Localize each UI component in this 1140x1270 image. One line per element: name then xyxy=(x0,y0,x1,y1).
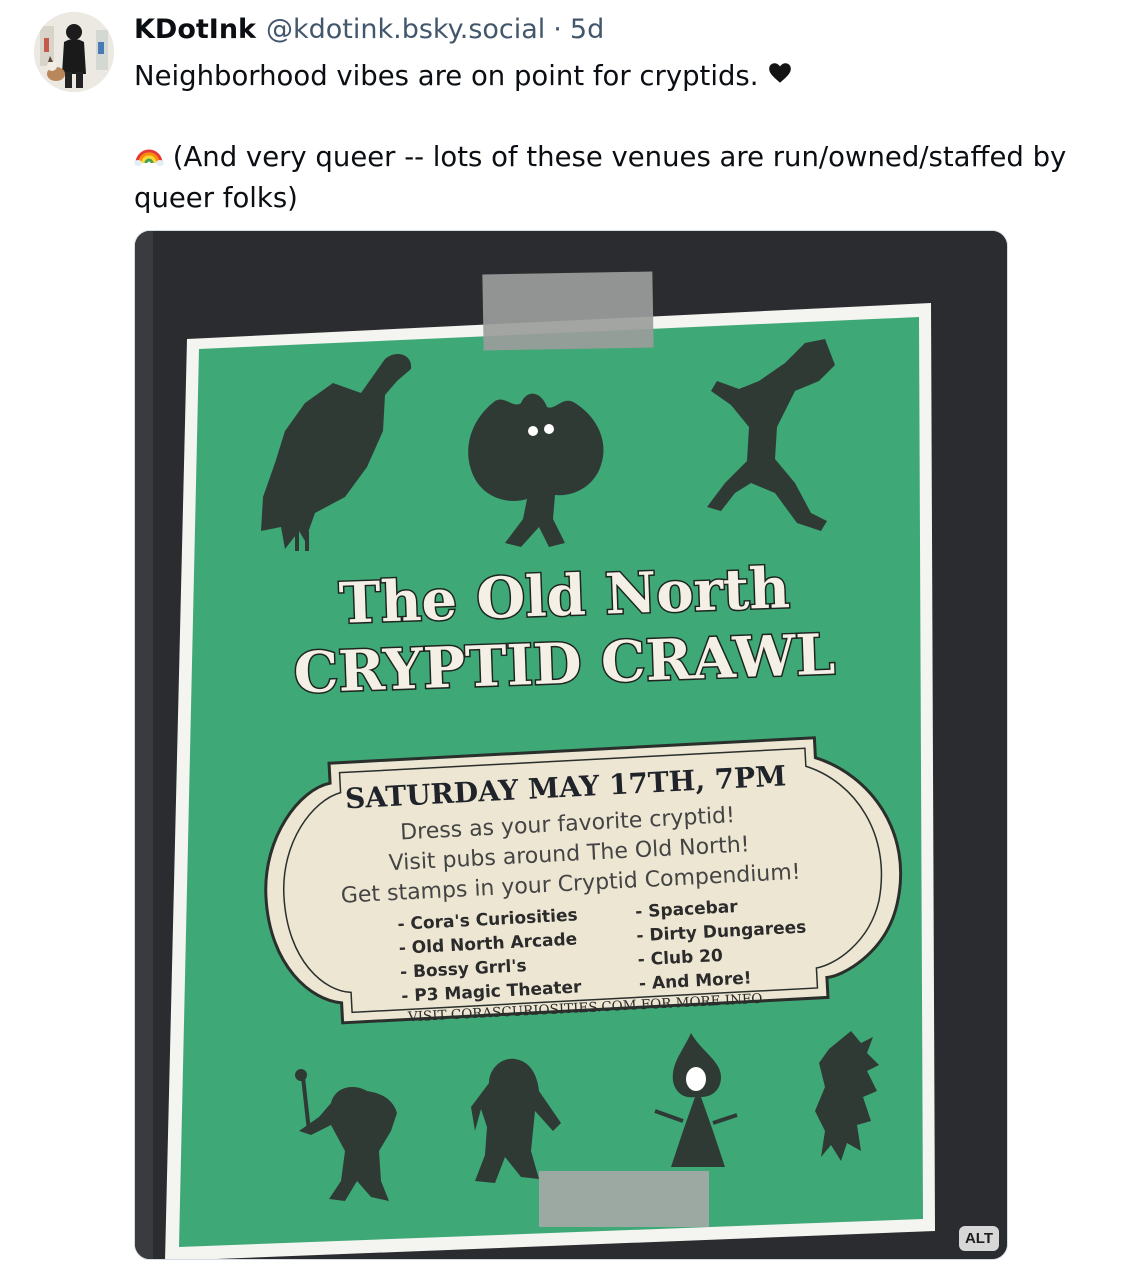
meta-separator: · xyxy=(553,14,562,45)
post-text-line: Neighborhood vibes are on point for cryp… xyxy=(134,60,759,92)
post-header: KDotInk @kdotink.bsky.social · 5d xyxy=(134,12,604,48)
post-text: Neighborhood vibes are on point for cryp… xyxy=(134,56,1114,218)
alt-text-button[interactable]: ALT xyxy=(958,1226,999,1251)
poster-title: The Old North CRYPTID CRAWL xyxy=(291,554,837,708)
author-name[interactable]: KDotInk xyxy=(134,12,256,48)
info-label: SATURDAY MAY 17TH, 7PM Dress as your fav… xyxy=(264,736,903,1025)
post-text-line: queer folks) xyxy=(134,182,298,214)
author-handle[interactable]: @kdotink.bsky.social xyxy=(266,12,545,48)
tape-top xyxy=(482,271,654,351)
post-line-3: queer folks) xyxy=(134,178,1114,218)
post-line-1: Neighborhood vibes are on point for cryp… xyxy=(134,56,1114,97)
author-avatar[interactable] xyxy=(34,12,114,92)
black-heart-icon xyxy=(767,57,793,97)
tape-bottom xyxy=(539,1171,709,1227)
post-timestamp[interactable]: 5d xyxy=(570,12,604,48)
post-image[interactable]: The Old North CRYPTID CRAWL SATURDAY MAY… xyxy=(134,230,1008,1260)
post-line-2: (And very queer -- lots of these venues … xyxy=(134,137,1114,178)
avatar-illustration xyxy=(34,12,114,92)
poster-photo: The Old North CRYPTID CRAWL SATURDAY MAY… xyxy=(135,231,1007,1259)
rainbow-icon xyxy=(134,138,164,178)
post-text-line: (And very queer -- lots of these venues … xyxy=(172,141,1067,173)
